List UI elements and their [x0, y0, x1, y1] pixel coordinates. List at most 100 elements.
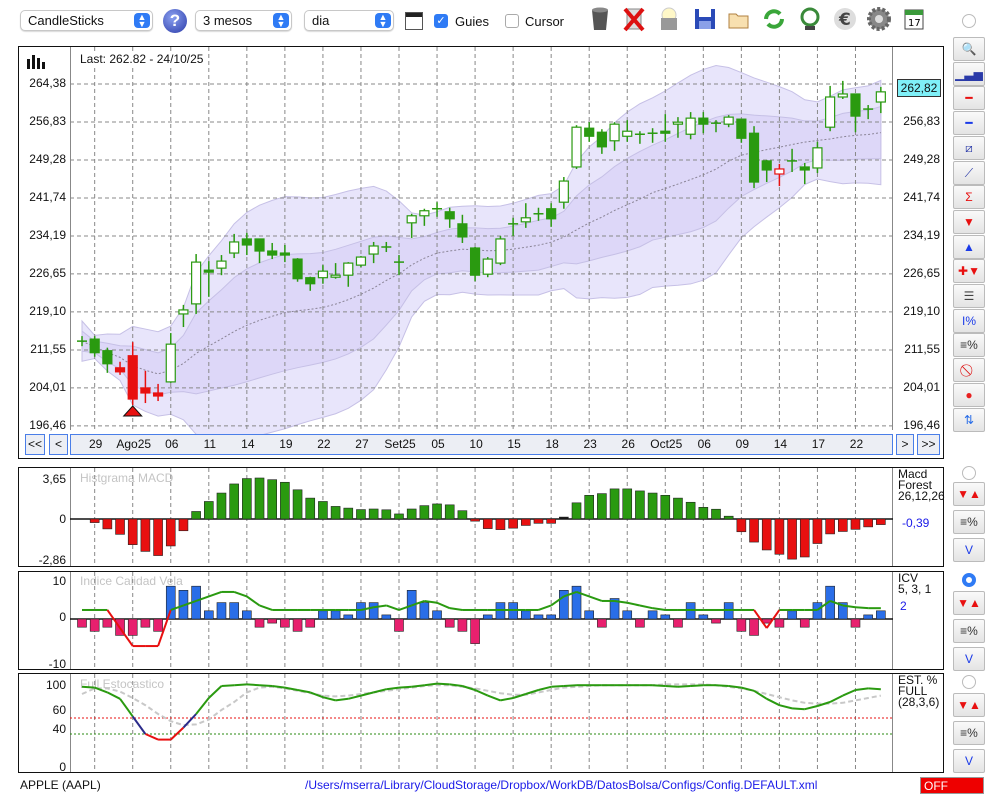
icv-signal-line	[588, 595, 603, 602]
icv-bar	[216, 602, 227, 620]
price-axis-label-right: 219,10	[903, 303, 940, 318]
sum-trendline-icon[interactable]: Σ	[953, 185, 985, 210]
add-signal-icon[interactable]: ✚▼	[953, 259, 985, 284]
icv-bar	[254, 618, 265, 628]
nav-prev-button[interactable]: <	[49, 434, 68, 455]
channel-icon[interactable]: ⧄	[953, 135, 985, 160]
nav-first-button[interactable]: <<	[25, 434, 45, 455]
candle-down	[457, 223, 468, 238]
icv-bar	[787, 610, 797, 620]
icv-bar	[647, 610, 658, 620]
camera-lamp-icon[interactable]	[656, 6, 682, 32]
icv-bar	[292, 618, 303, 632]
panel-radio-stochastic[interactable]	[962, 675, 976, 689]
price-axis-label-right: 204,01	[903, 379, 940, 394]
stochastic-signal-arrows-icon[interactable]: ▼▲	[953, 693, 985, 717]
icv-bar	[850, 618, 861, 628]
candle-up	[355, 256, 367, 266]
macd-percent-lines-icon[interactable]: ≡%	[953, 510, 985, 534]
macd-histogram-bar	[89, 518, 100, 523]
price-axis-label-left: 241,74	[29, 189, 66, 204]
stochastic-k-line	[221, 684, 235, 687]
volume-chart-icon[interactable]: ▁▃▅	[953, 61, 985, 86]
icv-bar	[318, 610, 328, 620]
icv-bar	[204, 610, 214, 620]
price-axis-label-right: 249,28	[903, 152, 940, 166]
svg-text:17: 17	[908, 18, 921, 29]
stochastic-crossover-icon[interactable]: V	[953, 749, 985, 773]
zoom-icon[interactable]: 🔍	[953, 37, 985, 61]
cursor-checkbox[interactable]	[505, 14, 519, 28]
arrow-up-icon[interactable]: ▲	[953, 234, 985, 259]
delete-icon[interactable]	[621, 6, 647, 32]
period-select[interactable]: 3 mesos ▲ ▼	[195, 10, 292, 31]
macd-histogram-bar	[444, 504, 455, 520]
mode-toggle-off[interactable]: OFF	[920, 777, 984, 794]
macd-chart	[70, 468, 893, 566]
stochastic-k-line	[652, 684, 666, 687]
refresh-icon[interactable]	[761, 6, 787, 32]
stoch-y-label: 60	[52, 703, 66, 717]
icv-bar	[330, 610, 341, 620]
percent-range-icon[interactable]: I%	[953, 308, 985, 333]
macd-histogram-bar	[635, 490, 645, 520]
macd-histogram-bar	[165, 518, 176, 547]
blue-line-icon[interactable]: ━	[953, 111, 985, 136]
macd-signal-arrows-icon[interactable]: ▼▲	[953, 482, 985, 506]
recycle-icon[interactable]	[797, 6, 823, 32]
macd-histogram-bar	[343, 507, 354, 520]
chevron-updown-icon: ▲ ▼	[273, 13, 289, 29]
icv-crossover-icon[interactable]: V	[953, 647, 985, 671]
panel-radio-icv[interactable]	[962, 573, 976, 587]
stochastic-k-line	[119, 698, 134, 717]
icv-bar	[444, 618, 455, 628]
panel-radio-main[interactable]	[962, 14, 976, 28]
icv-signal-line	[385, 604, 400, 611]
candle-up	[672, 121, 684, 125]
stochastic-percent-lines-icon[interactable]: ≡%	[953, 721, 985, 745]
date-label: 29	[88, 437, 103, 451]
icv-percent-lines-icon[interactable]: ≡%	[953, 619, 985, 643]
swap-icon[interactable]: ⇅	[953, 407, 985, 432]
candle-down	[799, 166, 810, 171]
icv-params: 5, 3, 1	[898, 582, 932, 596]
record-icon[interactable]: ●	[953, 382, 985, 407]
candle-down	[279, 252, 290, 256]
calendar-icon[interactable]: 17	[901, 6, 927, 32]
grid-lines-icon[interactable]: ☰	[953, 284, 985, 308]
save-icon[interactable]	[692, 6, 718, 32]
icv-bar	[267, 618, 277, 624]
stop-icon[interactable]: ⃠	[953, 358, 985, 383]
icv-value: 2	[900, 599, 907, 613]
candle-up	[622, 130, 633, 137]
macd-histogram-bar	[622, 488, 633, 520]
gear-icon[interactable]	[866, 6, 892, 32]
arrow-down-icon[interactable]: ▼	[953, 209, 985, 234]
euro-icon[interactable]: €	[832, 6, 858, 32]
percent-lines-icon[interactable]: ≡%	[953, 333, 985, 358]
red-line-icon[interactable]: ━	[953, 86, 985, 111]
macd-histogram-bar	[242, 478, 252, 520]
trendline-icon[interactable]: ⟋	[953, 160, 985, 185]
chart-type-select[interactable]: CandleSticks ▲ ▼	[20, 10, 153, 31]
symbol-label: APPLE (AAPL)	[20, 778, 101, 792]
icv-signal-arrows-icon[interactable]: ▼▲	[953, 591, 985, 615]
open-folder-icon[interactable]	[726, 6, 752, 32]
macd-histogram-bar	[685, 501, 696, 520]
config-path-link[interactable]: /Users/mserra/Library/CloudStorage/Dropb…	[305, 778, 817, 792]
guides-checkbox[interactable]: ✓	[434, 14, 448, 28]
help-icon[interactable]: ?	[163, 9, 187, 33]
stochastic-k-line	[436, 682, 450, 686]
date-label: 22	[317, 437, 331, 451]
macd-crossover-icon[interactable]: V	[953, 538, 985, 562]
trash-icon[interactable]	[587, 6, 613, 32]
nav-next-button[interactable]: >	[896, 434, 914, 455]
panel-radio-macd[interactable]	[962, 466, 976, 480]
date-axis-scrollbar[interactable]: 29 Ago25 06 11 14 19 22 27 Set25 05 10 15 18 23 26 Oct2…	[70, 434, 893, 455]
chart-window-icon[interactable]	[405, 12, 423, 30]
macd-histogram-bar	[660, 494, 671, 520]
nav-last-button[interactable]: >>	[917, 434, 940, 455]
price-axis-label-left: 226,65	[29, 265, 66, 280]
candle-up	[229, 241, 240, 254]
interval-select[interactable]: dia ▲ ▼	[304, 10, 394, 31]
